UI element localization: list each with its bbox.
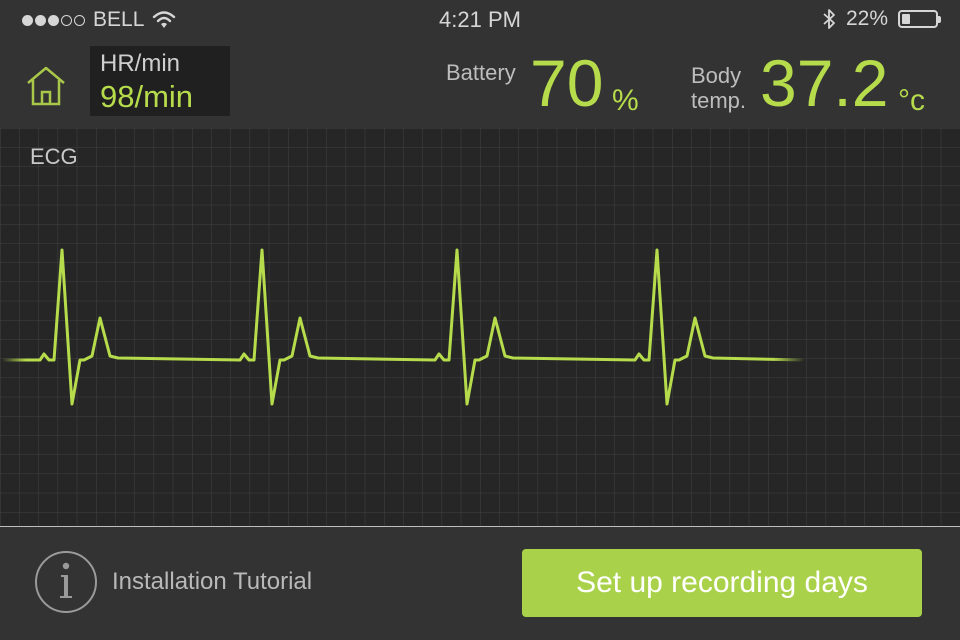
battery-percent: 22% — [845, 7, 888, 30]
body-temp-label-line1: Body — [691, 63, 742, 88]
battery-unit: % — [612, 84, 639, 117]
bluetooth-icon — [823, 9, 835, 29]
ecg-panel — [0, 128, 960, 526]
status-right: 22% — [822, 7, 941, 31]
status-bar: BELL 4:21 PM 22% — [0, 0, 960, 40]
body-temp-unit: °c — [898, 84, 925, 117]
ecg-divider — [0, 526, 960, 527]
battery-value: 70 — [530, 46, 604, 120]
setup-recording-days-button[interactable]: Set up recording days — [522, 549, 922, 617]
ecg-grid — [0, 128, 960, 526]
body-temp-value: 37.2 — [760, 46, 889, 120]
ecg-label: ECG — [30, 144, 78, 169]
home-icon[interactable] — [22, 62, 70, 110]
ecg-chart — [0, 128, 960, 526]
body-temp-label: Body temp. — [691, 63, 746, 113]
status-time: 4:21 PM — [439, 7, 521, 32]
heart-rate-panel: HR/min 98/min — [90, 46, 230, 116]
installation-tutorial-link[interactable]: Installation Tutorial — [112, 568, 312, 596]
battery-icon — [898, 10, 941, 28]
battery-label: Battery — [446, 60, 516, 85]
info-icon[interactable] — [34, 550, 98, 614]
body-temp-label-line2: temp. — [691, 88, 747, 113]
heart-rate-label: HR/min — [100, 50, 181, 77]
battery-level-fill — [902, 14, 910, 24]
heart-rate-value: 98/min — [100, 79, 194, 114]
